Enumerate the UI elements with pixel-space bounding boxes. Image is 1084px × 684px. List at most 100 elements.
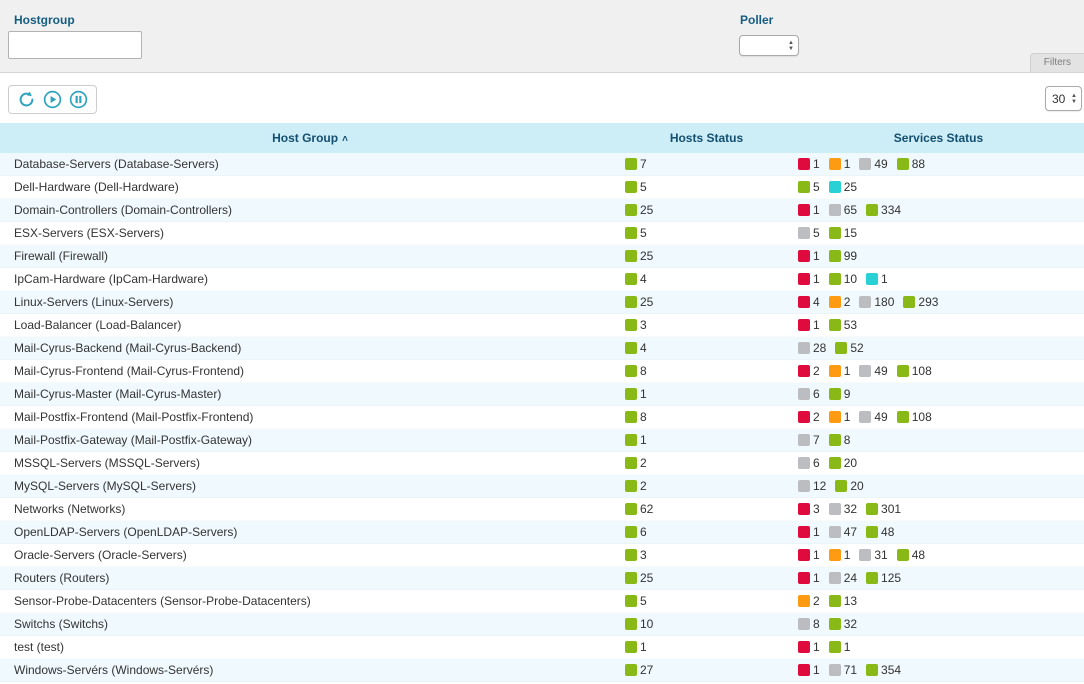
status-badge[interactable]: 3: [625, 548, 647, 562]
hostgroup-name[interactable]: OpenLDAP-Servers (OpenLDAP-Servers): [0, 525, 620, 539]
hostgroup-name[interactable]: Windows-Servérs (Windows-Servérs): [0, 663, 620, 677]
status-badge[interactable]: 47: [829, 525, 857, 539]
status-badge[interactable]: 24: [829, 571, 857, 585]
hostgroup-name[interactable]: Switchs (Switchs): [0, 617, 620, 631]
status-badge[interactable]: 20: [829, 456, 857, 470]
hostgroup-name[interactable]: Sensor-Probe-Datacenters (Sensor-Probe-D…: [0, 594, 620, 608]
status-badge[interactable]: 13: [829, 594, 857, 608]
hostgroup-name[interactable]: Load-Balancer (Load-Balancer): [0, 318, 620, 332]
status-badge[interactable]: 8: [625, 364, 647, 378]
status-badge[interactable]: 32: [829, 502, 857, 516]
status-badge[interactable]: 65: [829, 203, 857, 217]
hostgroup-name[interactable]: Domain-Controllers (Domain-Controllers): [0, 203, 620, 217]
status-badge[interactable]: 32: [829, 617, 857, 631]
status-badge[interactable]: 3: [625, 318, 647, 332]
status-badge[interactable]: 1: [829, 364, 851, 378]
hostgroup-name[interactable]: Database-Servers (Database-Servers): [0, 157, 620, 171]
pause-icon[interactable]: [69, 90, 88, 109]
status-badge[interactable]: 1: [798, 318, 820, 332]
status-badge[interactable]: 1: [625, 387, 647, 401]
status-badge[interactable]: 1: [866, 272, 888, 286]
status-badge[interactable]: 62: [625, 502, 653, 516]
status-badge[interactable]: 7: [625, 157, 647, 171]
hostgroup-name[interactable]: Mail-Cyrus-Frontend (Mail-Cyrus-Frontend…: [0, 364, 620, 378]
hostgroup-name[interactable]: MSSQL-Servers (MSSQL-Servers): [0, 456, 620, 470]
status-badge[interactable]: 1: [625, 433, 647, 447]
hostgroup-name[interactable]: Mail-Cyrus-Backend (Mail-Cyrus-Backend): [0, 341, 620, 355]
status-badge[interactable]: 31: [859, 548, 887, 562]
hostgroup-name[interactable]: IpCam-Hardware (IpCam-Hardware): [0, 272, 620, 286]
status-badge[interactable]: 125: [866, 571, 901, 585]
filters-tab[interactable]: Filters: [1030, 53, 1084, 72]
page-size-select[interactable]: 30 ▲▼: [1045, 86, 1082, 111]
status-badge[interactable]: 49: [859, 410, 887, 424]
status-badge[interactable]: 1: [829, 157, 851, 171]
column-header-services-status[interactable]: Services Status: [793, 131, 1084, 145]
status-badge[interactable]: 9: [829, 387, 851, 401]
hostgroup-name[interactable]: Networks (Networks): [0, 502, 620, 516]
status-badge[interactable]: 1: [798, 525, 820, 539]
status-badge[interactable]: 12: [798, 479, 826, 493]
status-badge[interactable]: 52: [835, 341, 863, 355]
status-badge[interactable]: 8: [829, 433, 851, 447]
status-badge[interactable]: 108: [897, 364, 932, 378]
status-badge[interactable]: 1: [798, 157, 820, 171]
status-badge[interactable]: 25: [625, 203, 653, 217]
status-badge[interactable]: 1: [798, 663, 820, 677]
status-badge[interactable]: 5: [798, 226, 820, 240]
status-badge[interactable]: 10: [625, 617, 653, 631]
status-badge[interactable]: 8: [625, 410, 647, 424]
status-badge[interactable]: 7: [798, 433, 820, 447]
status-badge[interactable]: 10: [829, 272, 857, 286]
status-badge[interactable]: 1: [798, 640, 820, 654]
status-badge[interactable]: 1: [798, 548, 820, 562]
hostgroup-name[interactable]: Oracle-Servers (Oracle-Servers): [0, 548, 620, 562]
status-badge[interactable]: 334: [866, 203, 901, 217]
status-badge[interactable]: 2: [798, 410, 820, 424]
status-badge[interactable]: 2: [798, 364, 820, 378]
status-badge[interactable]: 1: [829, 640, 851, 654]
status-badge[interactable]: 8: [798, 617, 820, 631]
status-badge[interactable]: 301: [866, 502, 901, 516]
hostgroup-name[interactable]: MySQL-Servers (MySQL-Servers): [0, 479, 620, 493]
status-badge[interactable]: 6: [798, 456, 820, 470]
status-badge[interactable]: 5: [798, 180, 820, 194]
status-badge[interactable]: 48: [897, 548, 925, 562]
status-badge[interactable]: 25: [625, 571, 653, 585]
status-badge[interactable]: 25: [625, 249, 653, 263]
status-badge[interactable]: 25: [625, 295, 653, 309]
hostgroup-name[interactable]: test (test): [0, 640, 620, 654]
refresh-icon[interactable]: [17, 90, 36, 109]
status-badge[interactable]: 27: [625, 663, 653, 677]
hostgroup-name[interactable]: ESX-Servers (ESX-Servers): [0, 226, 620, 240]
status-badge[interactable]: 99: [829, 249, 857, 263]
status-badge[interactable]: 1: [798, 203, 820, 217]
status-badge[interactable]: 3: [798, 502, 820, 516]
status-badge[interactable]: 1: [829, 410, 851, 424]
hostgroup-name[interactable]: Mail-Postfix-Frontend (Mail-Postfix-Fron…: [0, 410, 620, 424]
status-badge[interactable]: 6: [798, 387, 820, 401]
status-badge[interactable]: 108: [897, 410, 932, 424]
hostgroup-name[interactable]: Dell-Hardware (Dell-Hardware): [0, 180, 620, 194]
status-badge[interactable]: 48: [866, 525, 894, 539]
hostgroup-name[interactable]: Linux-Servers (Linux-Servers): [0, 295, 620, 309]
status-badge[interactable]: 5: [625, 226, 647, 240]
hostgroup-name[interactable]: Routers (Routers): [0, 571, 620, 585]
status-badge[interactable]: 6: [625, 525, 647, 539]
status-badge[interactable]: 71: [829, 663, 857, 677]
column-header-hosts-status[interactable]: Hosts Status: [620, 131, 793, 145]
status-badge[interactable]: 1: [829, 548, 851, 562]
status-badge[interactable]: 2: [798, 594, 820, 608]
status-badge[interactable]: 15: [829, 226, 857, 240]
status-badge[interactable]: 28: [798, 341, 826, 355]
status-badge[interactable]: 1: [798, 571, 820, 585]
status-badge[interactable]: 1: [625, 640, 647, 654]
status-badge[interactable]: 4: [625, 272, 647, 286]
status-badge[interactable]: 2: [625, 456, 647, 470]
status-badge[interactable]: 2: [829, 295, 851, 309]
status-badge[interactable]: 354: [866, 663, 901, 677]
hostgroup-name[interactable]: Firewall (Firewall): [0, 249, 620, 263]
status-badge[interactable]: 49: [859, 157, 887, 171]
status-badge[interactable]: 49: [859, 364, 887, 378]
status-badge[interactable]: 2: [625, 479, 647, 493]
